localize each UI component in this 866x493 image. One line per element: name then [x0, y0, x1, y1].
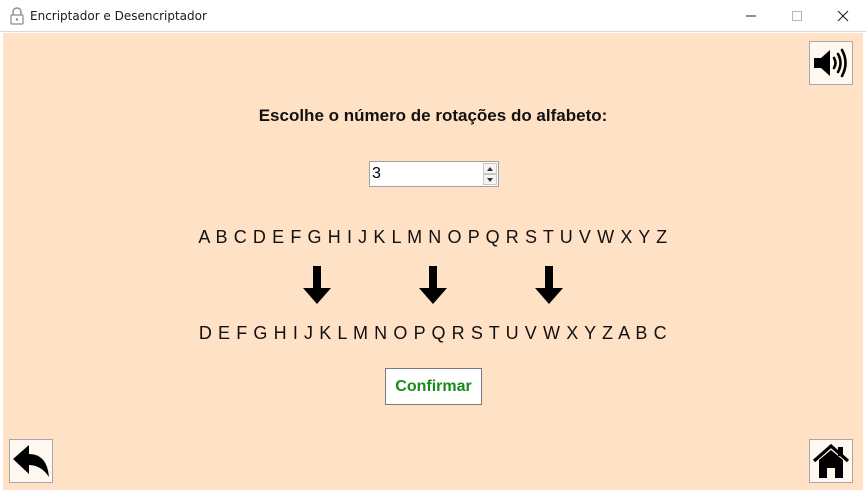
maximize-icon: [792, 11, 802, 21]
title-bar: Encriptador e Desencriptador: [0, 0, 866, 32]
spin-down-button[interactable]: [483, 174, 497, 185]
rotation-prompt: Escolhe o número de rotações do alfabeto…: [258, 106, 608, 125]
shifted-alphabet: D E F G H I J K L M N O P Q R S T U V W …: [198, 323, 668, 343]
close-icon: [837, 10, 849, 22]
down-arrow-icon: [303, 266, 331, 304]
main-panel: Escolhe o número de rotações do alfabeto…: [3, 33, 863, 490]
chevron-down-icon: [487, 177, 493, 182]
rotation-input[interactable]: [372, 164, 478, 184]
back-button[interactable]: [9, 439, 53, 483]
down-arrow-icon: [419, 266, 447, 304]
minimize-button[interactable]: [728, 0, 774, 32]
spin-up-button[interactable]: [483, 163, 497, 174]
plain-alphabet: A B C D E F G H I J K L M N O P Q R S T …: [198, 227, 668, 247]
minimize-icon: [746, 15, 756, 17]
chevron-up-icon: [487, 166, 493, 171]
speaker-icon: [814, 48, 847, 78]
home-button[interactable]: [809, 439, 853, 483]
confirm-button[interactable]: Confirmar: [385, 368, 482, 405]
sound-button[interactable]: [809, 41, 853, 85]
down-arrow-icon: [535, 266, 563, 304]
close-button[interactable]: [820, 0, 866, 32]
home-icon: [812, 443, 850, 478]
rotation-spinbox[interactable]: [369, 161, 499, 187]
window-title: Encriptador e Desencriptador: [30, 9, 207, 23]
maximize-button[interactable]: [774, 0, 820, 32]
lock-icon: [10, 7, 24, 25]
back-arrow-icon: [13, 445, 49, 477]
